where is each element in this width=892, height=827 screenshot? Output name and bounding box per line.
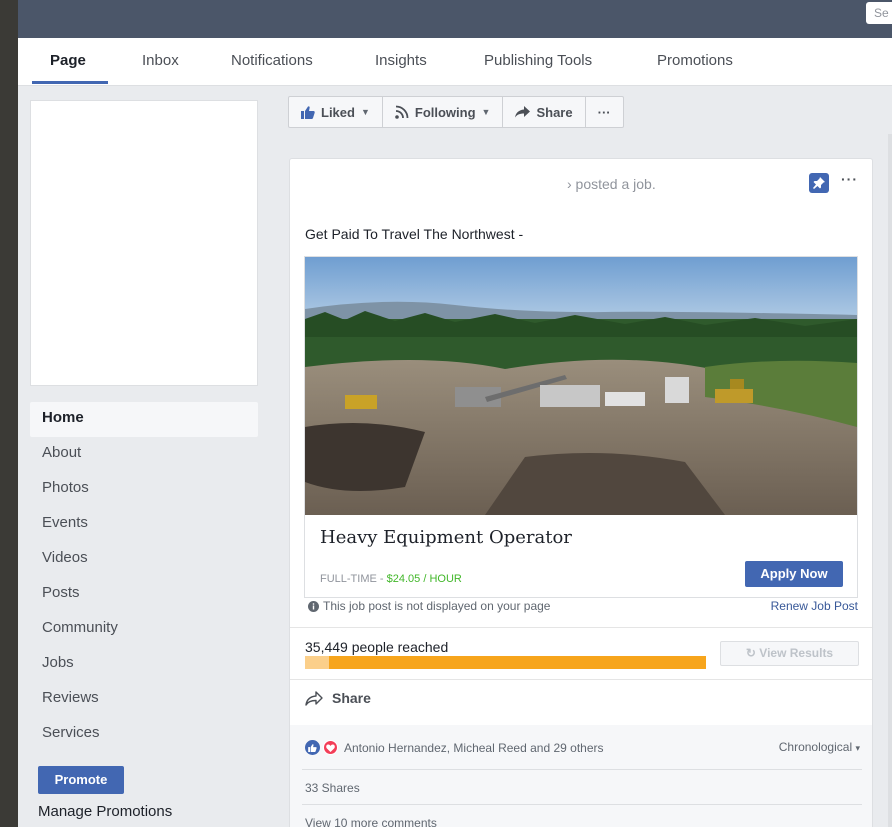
notice-text: This job post is not displayed on your p… [323,599,551,613]
sidebar-item-events[interactable]: Events [30,507,258,542]
reactions-summary[interactable]: Antonio Hernandez, Micheal Reed and 29 o… [305,740,604,755]
love-reaction-icon [323,740,338,755]
more-options-button[interactable]: ··· [586,97,623,127]
job-meta: FULL-TIME - $24.05 / HOUR [320,573,462,585]
job-post-notice: This job post is not displayed on your p… [308,599,550,613]
page-action-buttons: Liked ▼ Following ▼ Share ··· [288,96,624,128]
pin-post-button[interactable] [809,173,829,193]
divider [290,679,872,680]
sidebar-item-services[interactable]: Services [30,717,258,752]
following-button[interactable]: Following ▼ [383,97,504,127]
divider [302,769,862,770]
more-dots-icon: ··· [597,104,611,120]
share-outline-icon [305,690,323,706]
view-results-label: View Results [759,646,834,660]
sidebar-item-videos[interactable]: Videos [30,542,258,577]
tab-promotions[interactable]: Promotions [657,52,733,69]
tab-publishing-tools[interactable]: Publishing Tools [484,52,592,69]
reactions-area: Antonio Hernandez, Micheal Reed and 29 o… [290,725,872,827]
sidebar-item-photos[interactable]: Photos [30,472,258,507]
sidebar-item-home[interactable]: Home [30,402,258,437]
shares-count[interactable]: 33 Shares [305,781,360,795]
share-page-button[interactable]: Share [503,97,586,127]
reach-progress-bar [305,656,706,669]
reaction-names: Antonio Hernandez, Micheal Reed and 29 o… [344,740,604,755]
manage-promotions-link[interactable]: Manage Promotions [38,803,172,820]
sidebar-item-reviews[interactable]: Reviews [30,682,258,717]
comment-sort-dropdown[interactable]: Chronological ▾ [779,740,860,754]
share-label: Share [536,104,573,120]
tab-insights[interactable]: Insights [375,52,427,69]
right-column-edge [888,134,892,827]
reach-progress-segment [305,656,329,669]
liked-button[interactable]: Liked ▼ [289,97,383,127]
view-more-comments-link[interactable]: View 10 more comments [305,816,437,827]
sidebar-item-posts[interactable]: Posts [30,577,258,612]
share-post-button[interactable]: Share [305,690,371,706]
tab-inbox[interactable]: Inbox [142,52,179,69]
info-icon [308,600,319,612]
active-tab-indicator [32,81,108,84]
liked-label: Liked [321,104,355,120]
rss-feed-icon [395,105,409,119]
following-label: Following [414,104,476,120]
like-reaction-icon [305,740,320,755]
page-container: Page Inbox Notifications Insights Publis… [18,38,892,827]
job-pay: $24.05 / HOUR [386,573,462,585]
job-title: Heavy Equipment Operator [320,527,572,548]
chevron-down-icon: ▼ [360,107,370,117]
chevron-down-icon: ▾ [855,743,860,753]
job-attachment[interactable]: Heavy Equipment Operator FULL-TIME - $24… [304,256,858,598]
top-navigation-bar: Se [18,0,892,38]
comment-sort-label: Chronological [778,740,853,754]
people-reached-text: 35,449 people reached [305,639,449,655]
job-type: FULL-TIME - [320,573,387,585]
view-results-button[interactable]: ↻ View Results [720,641,859,666]
thumbs-up-icon [301,105,315,119]
refresh-icon: ↻ [745,646,756,660]
sidebar-item-about[interactable]: About [30,437,258,472]
page-sidebar-nav: Home About Photos Events Videos Posts Co… [30,402,258,752]
job-photo [305,257,857,515]
share-arrow-icon [515,106,531,118]
pin-icon [813,177,825,189]
sidebar-item-community[interactable]: Community [30,612,258,647]
divider [302,804,862,805]
apply-now-button[interactable]: Apply Now [745,561,843,587]
post-options-icon[interactable]: ··· [841,171,858,187]
chevron-down-icon: ▼ [481,107,491,117]
promote-button[interactable]: Promote [38,766,124,794]
tab-page[interactable]: Page [50,52,86,69]
share-post-label: Share [332,690,371,706]
sidebar-item-jobs[interactable]: Jobs [30,647,258,682]
post-message: Get Paid To Travel The Northwest - [305,226,524,242]
page-tabs: Page Inbox Notifications Insights Publis… [18,38,892,86]
job-post-card: › posted a job. ··· Get Paid To Travel T… [289,158,873,827]
tab-notifications[interactable]: Notifications [231,52,313,69]
search-input[interactable]: Se [866,2,892,24]
profile-picture-area[interactable] [30,100,258,386]
divider [290,627,872,628]
post-header-text: › posted a job. [567,176,656,192]
reach-progress-fill [305,656,706,669]
renew-job-post-link[interactable]: Renew Job Post [771,599,858,613]
